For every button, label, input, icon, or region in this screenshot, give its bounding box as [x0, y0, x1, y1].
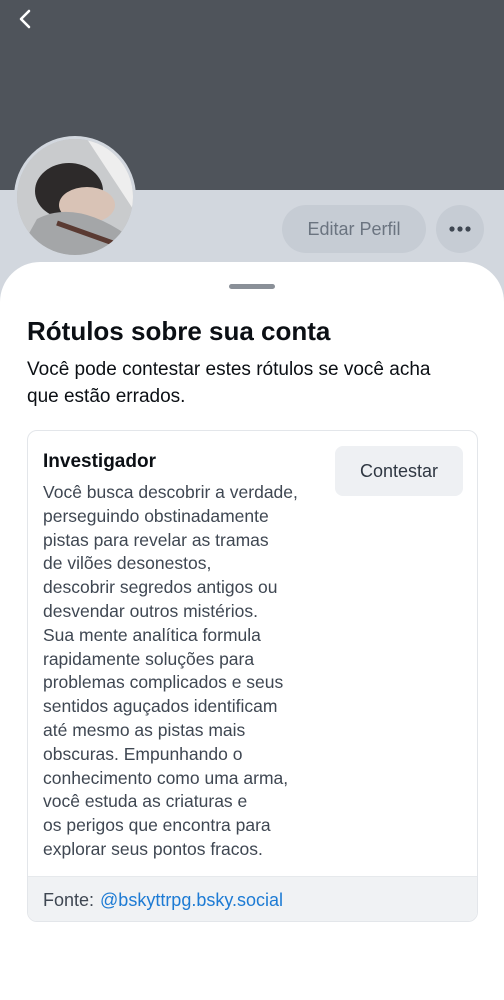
label-description-line: os perigos que encontra para — [43, 815, 271, 836]
label-card: Investigador Você busca descobrir a verd… — [27, 430, 478, 922]
label-description-line: desvendar outros mistérios. — [43, 600, 258, 621]
label-description-line: perseguindo obstinadamente — [43, 505, 269, 526]
more-options-button[interactable] — [436, 205, 484, 253]
avatar-image — [17, 139, 133, 255]
label-description-line: obscuras. Empunhando o — [43, 743, 243, 764]
avatar[interactable] — [14, 136, 136, 258]
label-description-line: rapidamente soluções para — [43, 648, 255, 669]
sheet-drag-handle[interactable] — [229, 284, 275, 289]
labels-bottom-sheet: Rótulos sobre sua conta Você pode contes… — [0, 262, 504, 1000]
source-prefix: Fonte: — [43, 889, 95, 910]
label-description-line: explorar seus pontos fracos. — [43, 838, 263, 859]
label-description-line: Você busca descobrir a verdade, — [43, 482, 298, 502]
label-description-line: até mesmo as pistas mais — [43, 719, 246, 740]
chevron-left-icon — [19, 9, 31, 29]
sheet-title: Rótulos sobre sua conta — [27, 316, 331, 346]
label-description-line: problemas complicados e seus — [43, 672, 284, 693]
label-source-footer: Fonte: @bskyttrpg.bsky.social — [28, 876, 477, 921]
label-description-line: conhecimento como uma arma, — [43, 767, 289, 788]
label-description-line: de vilões desonestos, — [43, 553, 212, 574]
back-button[interactable] — [10, 4, 40, 34]
label-description-line: pistas para revelar as tramas — [43, 529, 269, 550]
label-description-line: você estuda as criaturas e — [43, 791, 248, 812]
sheet-subtitle: Você pode contestar estes rótulos se voc… — [27, 359, 431, 407]
label-description-line: Sua mente analítica formula — [43, 624, 261, 645]
ellipsis-icon — [449, 226, 471, 232]
label-name: Investigador — [43, 451, 156, 472]
appeal-button[interactable]: Contestar — [335, 446, 463, 496]
source-handle-link[interactable]: @bskyttrpg.bsky.social — [100, 890, 283, 911]
label-description: Você busca descobrir a verdade, persegui… — [43, 481, 333, 862]
label-description-line: descobrir segredos antigos ou — [43, 577, 278, 598]
label-description-line: sentidos aguçados identificam — [43, 696, 278, 717]
edit-profile-button[interactable]: Editar Perfil — [282, 205, 426, 253]
